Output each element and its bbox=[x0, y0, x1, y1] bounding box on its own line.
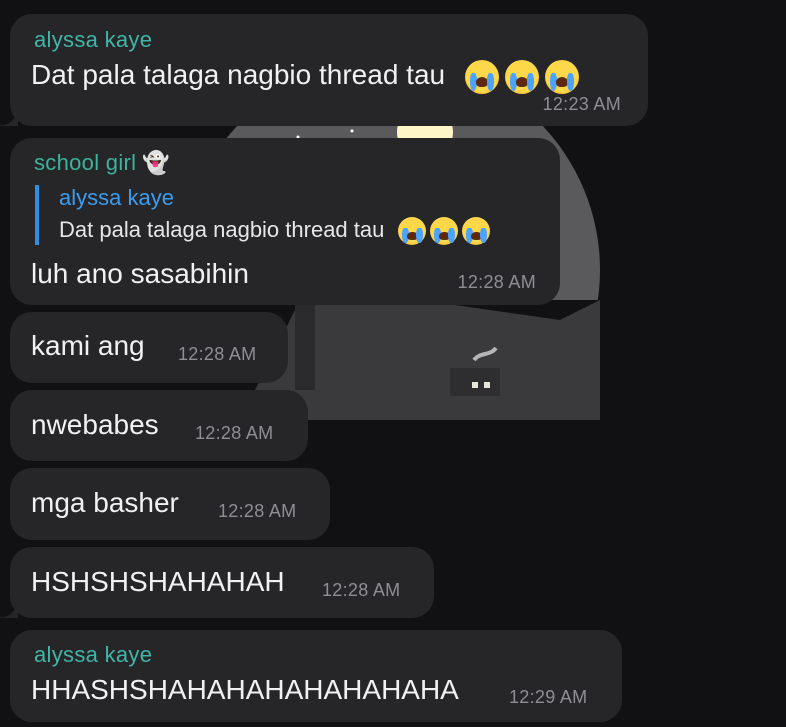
ghost-icon: 👻 bbox=[142, 150, 171, 175]
message-bubble[interactable]: alyssa kaye Dat pala talaga nagbio threa… bbox=[0, 14, 648, 126]
message-text: HSHSHSHAHAHAH bbox=[31, 566, 285, 597]
message-time: 12:28 AM bbox=[195, 423, 274, 443]
sender-name: alyssa kaye bbox=[34, 642, 153, 667]
sender-name: alyssa kaye bbox=[34, 27, 153, 52]
loudly-crying-face-icon bbox=[430, 217, 459, 246]
message-time: 12:23 AM bbox=[542, 94, 621, 114]
loudly-crying-face-icon bbox=[544, 59, 579, 94]
reply-text: Dat pala talaga nagbio thread tau bbox=[59, 217, 491, 246]
message-text: luh ano sasabihin bbox=[31, 258, 249, 289]
reply-sender-name: alyssa kaye bbox=[59, 185, 174, 210]
message-time: 12:28 AM bbox=[178, 344, 257, 364]
message-bubble[interactable]: alyssa kaye HHASHSHAHAHAHAHAHAHAHA 12:29… bbox=[10, 630, 622, 722]
message-time: 12:28 AM bbox=[218, 501, 297, 521]
loudly-crying-face-icon bbox=[462, 217, 491, 246]
message-time: 12:28 AM bbox=[457, 272, 536, 292]
loudly-crying-face-icon bbox=[398, 217, 427, 246]
sender-name: school girl 👻 bbox=[34, 150, 171, 175]
message-bubble[interactable]: mga basher 12:28 AM bbox=[10, 468, 330, 540]
reply-preview[interactable]: alyssa kaye Dat pala talaga nagbio threa… bbox=[35, 185, 491, 246]
message-text: kami ang bbox=[31, 330, 145, 361]
message-bubble[interactable]: kami ang 12:28 AM bbox=[10, 312, 288, 383]
message-bubble[interactable]: nwebabes 12:28 AM bbox=[10, 390, 308, 461]
message-text: nwebabes bbox=[31, 409, 159, 440]
message-text: Dat pala talaga nagbio thread tau bbox=[31, 59, 579, 94]
message-text: HHASHSHAHAHAHAHAHAHAHA bbox=[31, 674, 459, 705]
loudly-crying-face-icon bbox=[464, 59, 499, 94]
loudly-crying-face-icon bbox=[504, 59, 539, 94]
message-time: 12:28 AM bbox=[322, 580, 401, 600]
message-time: 12:29 AM bbox=[509, 687, 588, 707]
message-bubble[interactable]: HSHSHSHAHAHAH 12:28 AM bbox=[0, 547, 434, 618]
message-text: mga basher bbox=[31, 487, 179, 518]
message-bubble[interactable]: school girl 👻 alyssa kaye Dat pala talaga… bbox=[10, 138, 560, 305]
